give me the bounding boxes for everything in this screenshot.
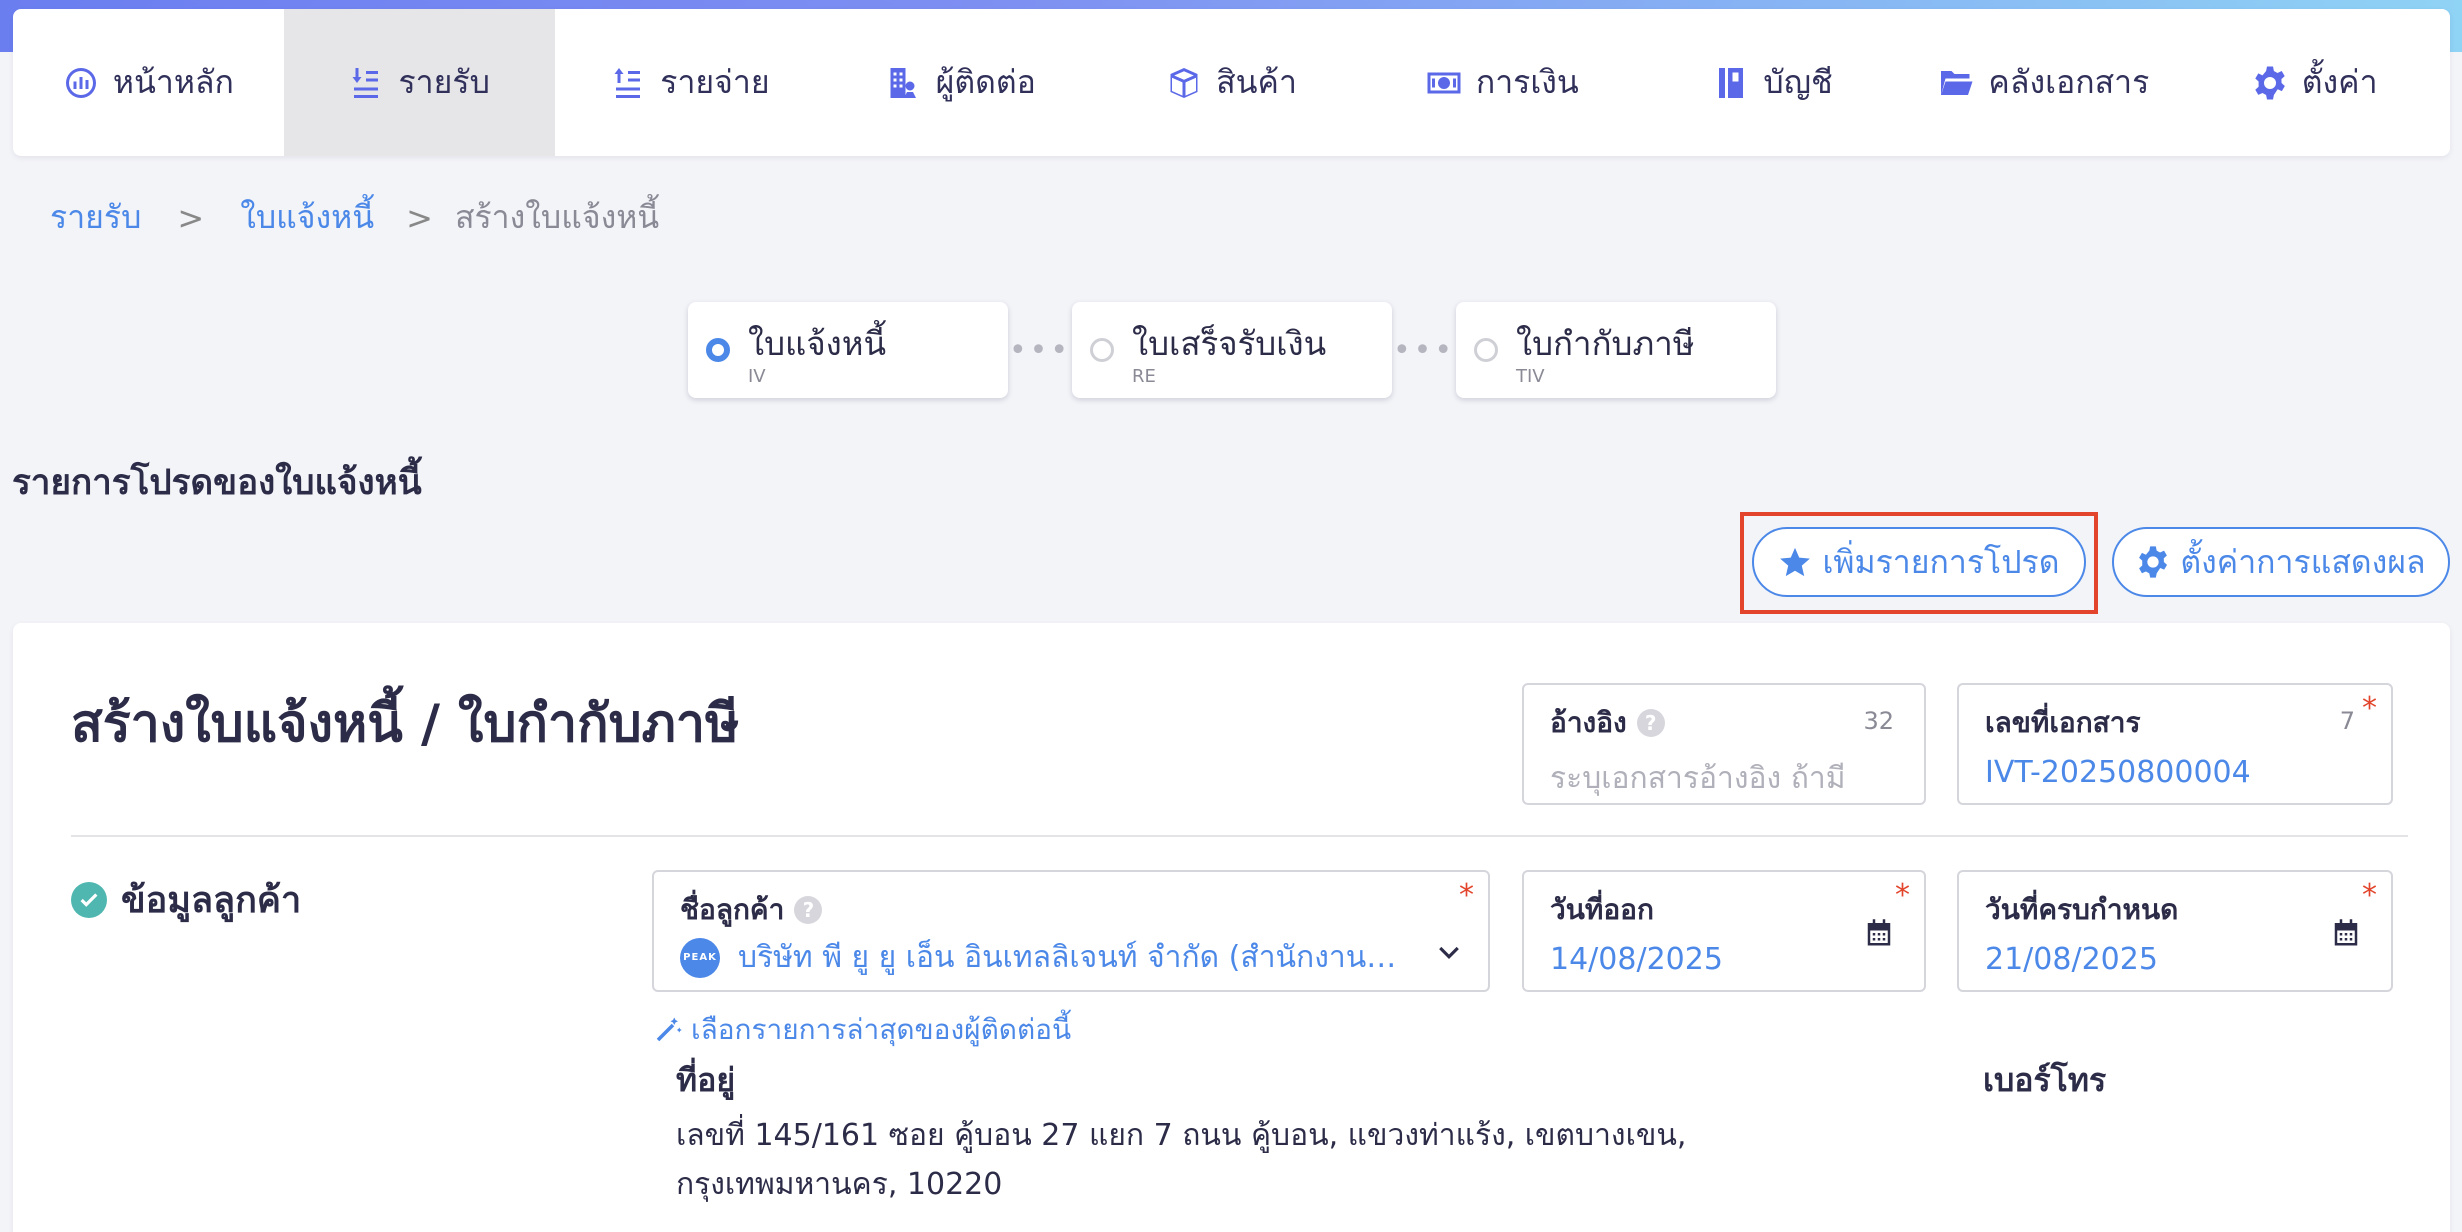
nav-item-label: ผู้ติดต่อ (935, 63, 1036, 101)
customer-section-heading: ข้อมูลลูกค้า (71, 871, 301, 928)
step-code: TIV (1516, 366, 1545, 387)
add-favorite-label: เพิ่มรายการโปรด (1822, 542, 2060, 581)
required-mark: * (2362, 691, 2377, 726)
reference-field[interactable]: อ้างอิง ? 32 ระบุเอกสารอ้างอิง ถ้ามี (1522, 683, 1926, 805)
nav-item-contacts[interactable]: ผู้ติดต่อ (825, 9, 1096, 156)
nav-item-finance[interactable]: การเงิน (1367, 9, 1638, 156)
customer-label: ชื่อลูกค้า (680, 893, 785, 926)
step-connector: ••• (1008, 332, 1072, 368)
chevron-down-icon[interactable] (1434, 938, 1464, 968)
step-radio-active (706, 338, 730, 362)
step-title: ใบแจ้งหนี้ (748, 324, 887, 363)
star-icon (1780, 547, 1811, 577)
check-circle-icon (71, 881, 107, 918)
breadcrumb-separator: > (177, 198, 205, 237)
help-icon[interactable]: ? (794, 896, 823, 924)
favorites-title: รายการโปรดของใบแจ้งหนี้ (12, 463, 422, 503)
reference-label: อ้างอิง (1550, 706, 1627, 739)
breadcrumb-separator: > (406, 198, 433, 237)
address-value: เลขที่ 145/161 ซอย คู้บอน 27 แยก 7 ถนน ค… (676, 1118, 1687, 1202)
nav-item-label: ตั้งค่า (2301, 63, 2378, 101)
due-date-label: วันที่ครบกำหนด (1985, 893, 2179, 926)
due-date-input[interactable]: 21/08/2025 (1985, 942, 2365, 977)
customer-select[interactable]: ชื่อลูกค้า ? * PEAK บริษัท พี ยู ยู เอ็น… (652, 870, 1490, 992)
step-radio (1474, 338, 1498, 362)
nav-item-dashboard[interactable]: หน้าหลัก (13, 9, 284, 156)
add-favorite-button[interactable]: เพิ่มรายการโปรด (1752, 527, 2086, 597)
invoice-form-card: สร้างใบแจ้งหนี้ / ใบกำกับภาษี อ้างอิง ? … (13, 623, 2450, 1232)
peak-logo: PEAK (680, 937, 720, 978)
step-code: RE (1132, 366, 1156, 387)
contacts-icon (890, 67, 916, 98)
money-icon (1427, 72, 1461, 93)
step-connector: ••• (1392, 332, 1456, 368)
ledger-icon (1719, 67, 1744, 98)
nav-item-income[interactable]: รายรับ (283, 9, 555, 156)
expense-icon (614, 67, 641, 98)
magic-wand-icon (656, 1017, 682, 1042)
help-icon[interactable]: ? (1636, 709, 1665, 737)
gear-icon (2255, 66, 2285, 99)
breadcrumb: รายรับ > ใบแจ้งหนี้ > สร้างใบแจ้งหนี้ (50, 192, 659, 243)
nav-item-label: หน้าหลัก (112, 63, 234, 101)
customer-name-value: บริษัท พี ยู ยู เอ็น อินเทลลิเจนท์ จำกัด… (738, 940, 1408, 975)
issue-date-field[interactable]: วันที่ออก * 14/08/2025 (1522, 870, 1926, 992)
doc-number-label: เลขที่เอกสาร (1985, 706, 2141, 739)
reference-input[interactable]: ระบุเอกสารอ้างอิง ถ้ามี (1550, 755, 1898, 802)
calendar-icon[interactable] (1864, 918, 1894, 948)
required-mark: * (1459, 878, 1474, 913)
display-settings-label: ตั้งค่าการแสดงผล (2180, 542, 2426, 581)
nav-item-settings[interactable]: ตั้งค่า (2179, 9, 2450, 156)
due-date-field[interactable]: วันที่ครบกำหนด * 21/08/2025 (1957, 870, 2393, 992)
income-icon (352, 67, 379, 98)
breadcrumb-invoice[interactable]: ใบแจ้งหนี้ (240, 192, 374, 243)
nav-item-accounting[interactable]: บัญชี (1638, 9, 1909, 156)
issue-date-label: วันที่ออก (1550, 893, 1654, 926)
nav-item-label: รายจ่าย (660, 63, 770, 101)
step-receipt[interactable]: ใบเสร็จรับเงิน RE (1072, 302, 1392, 398)
doc-number-input[interactable]: IVT-20250800004 (1985, 755, 2365, 790)
divider (71, 835, 2408, 837)
nav-item-expense[interactable]: รายจ่าย (555, 9, 826, 156)
step-title: ใบเสร็จรับเงิน (1132, 324, 1327, 363)
display-settings-button[interactable]: ตั้งค่าการแสดงผล (2112, 527, 2450, 597)
doc-number-field[interactable]: เลขที่เอกสาร 7 * IVT-20250800004 (1957, 683, 2393, 805)
nav-item-label: สินค้า (1216, 63, 1297, 101)
step-radio (1090, 338, 1114, 362)
gear-icon (2139, 546, 2168, 578)
breadcrumb-current: สร้างใบแจ้งหนี้ (454, 198, 660, 236)
page-title: สร้างใบแจ้งหนี้ / ใบกำกับภาษี (71, 694, 740, 754)
nav-item-products[interactable]: สินค้า (1096, 9, 1367, 156)
step-tax-invoice[interactable]: ใบกำกับภาษี TIV (1456, 302, 1776, 398)
reference-char-counter: 32 (1863, 707, 1894, 735)
required-mark: * (2362, 878, 2377, 913)
nav-item-documents[interactable]: คลังเอกสาร (1908, 9, 2179, 156)
calendar-icon[interactable] (2331, 918, 2361, 948)
address-label: ที่อยู่ (676, 1061, 736, 1099)
select-latest-contact-link[interactable]: เลือกรายการล่าสุดของผู้ติดต่อนี้ (653, 1008, 1071, 1052)
step-code: IV (748, 366, 766, 387)
doc-number-char-counter: 7 (2339, 707, 2355, 735)
issue-date-input[interactable]: 14/08/2025 (1550, 942, 1898, 977)
nav-item-label: คลังเอกสาร (1988, 63, 2150, 101)
customer-section-label: ข้อมูลลูกค้า (121, 880, 302, 921)
folder-icon (1941, 70, 1973, 95)
nav-item-label: รายรับ (398, 63, 490, 101)
breadcrumb-income[interactable]: รายรับ (50, 192, 141, 243)
nav-item-label: บัญชี (1763, 63, 1833, 101)
step-invoice[interactable]: ใบแจ้งหนี้ IV (688, 302, 1008, 398)
step-title: ใบกำกับภาษี (1516, 324, 1695, 363)
required-mark: * (1895, 878, 1910, 913)
document-flow-steps: ใบแจ้งหนี้ IV ••• ใบเสร็จรับเงิน RE ••• … (688, 302, 1776, 398)
phone-label: เบอร์โทร (1983, 1061, 2107, 1099)
box-icon (1170, 67, 1198, 98)
main-nav: หน้าหลัก รายรับ รายจ่าย ผู้ติดต่อ สินค้า… (13, 9, 2450, 156)
nav-item-label: การเงิน (1475, 63, 1579, 101)
select-latest-contact-label: เลือกรายการล่าสุดของผู้ติดต่อนี้ (691, 1013, 1072, 1046)
dashboard-icon (65, 67, 96, 98)
